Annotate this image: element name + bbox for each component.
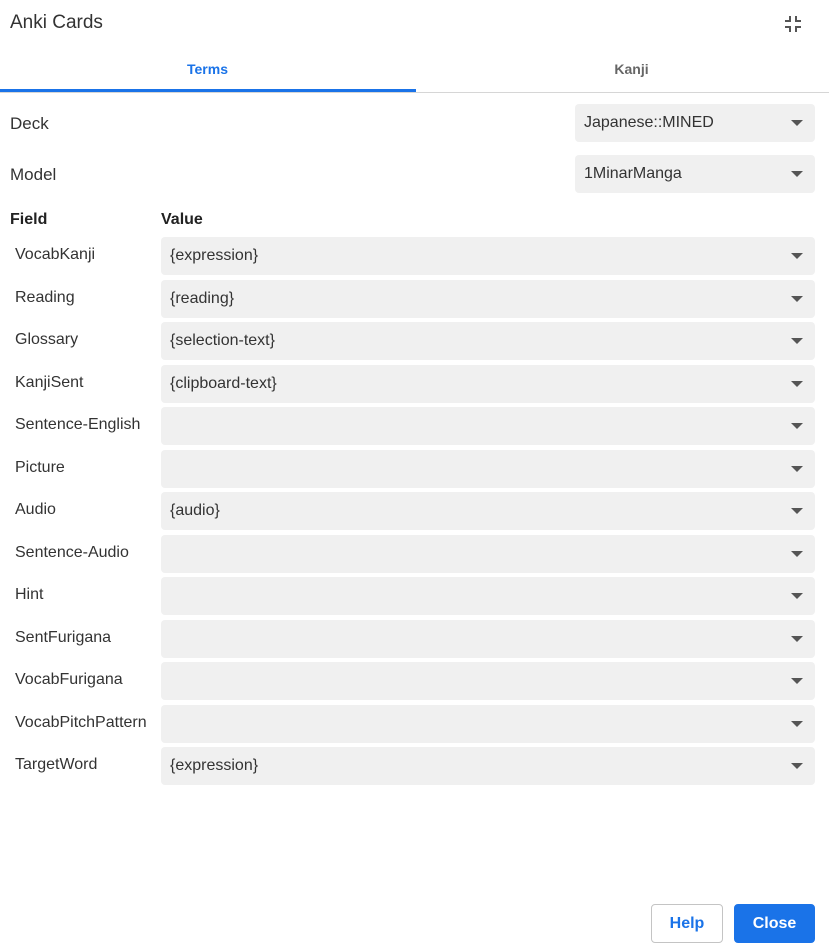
field-name: Glossary	[15, 331, 79, 348]
chevron-down-icon	[791, 508, 803, 514]
chevron-down-icon	[791, 466, 803, 472]
field-value: {selection-text}	[170, 332, 275, 349]
tab-kanji[interactable]: Kanji	[424, 46, 829, 92]
field-value-select[interactable]	[161, 450, 815, 488]
field-value-select[interactable]	[161, 620, 815, 658]
field-name: KanjiSent	[15, 374, 84, 391]
tab-terms[interactable]: Terms	[0, 46, 415, 92]
active-tab-indicator	[0, 89, 416, 92]
collapse-icon	[785, 16, 801, 32]
chevron-down-icon	[791, 171, 803, 177]
field-row-kanjisent: KanjiSent {clipboard-text}	[0, 365, 829, 403]
field-name: Picture	[15, 459, 65, 476]
field-row-hint: Hint	[0, 577, 829, 615]
field-row-reading: Reading {reading}	[0, 280, 829, 318]
chevron-down-icon	[791, 636, 803, 642]
field-name: Hint	[15, 586, 44, 603]
field-value: {expression}	[170, 757, 259, 774]
field-name: VocabFurigana	[15, 671, 123, 688]
field-value-select[interactable]	[161, 407, 815, 445]
chevron-down-icon	[791, 593, 803, 599]
chevron-down-icon	[791, 338, 803, 344]
model-select[interactable]: 1MinarManga	[575, 155, 815, 193]
deck-label: Deck	[10, 114, 49, 133]
chevron-down-icon	[791, 381, 803, 387]
field-value-select[interactable]	[161, 577, 815, 615]
field-value-select[interactable]: {clipboard-text}	[161, 365, 815, 403]
field-row-sentfurigana: SentFurigana	[0, 620, 829, 658]
field-row-picture: Picture	[0, 450, 829, 488]
field-value-select[interactable]: {audio}	[161, 492, 815, 530]
field-row-audio: Audio {audio}	[0, 492, 829, 530]
field-value-select[interactable]: {selection-text}	[161, 322, 815, 360]
collapse-button[interactable]	[780, 11, 806, 37]
model-label: Model	[10, 165, 57, 184]
field-name: VocabKanji	[15, 246, 96, 263]
field-name: TargetWord	[15, 756, 98, 773]
value-column-header: Value	[161, 211, 203, 228]
field-value: {audio}	[170, 502, 220, 519]
field-value: {reading}	[170, 290, 235, 307]
chevron-down-icon	[791, 253, 803, 259]
field-row-vocabpitchpattern: VocabPitchPattern	[0, 705, 829, 743]
field-value: {expression}	[170, 247, 259, 264]
deck-select[interactable]: Japanese::MINED	[575, 104, 815, 142]
field-name: VocabPitchPattern	[15, 714, 147, 731]
field-value-select[interactable]	[161, 535, 815, 573]
field-row-sentence-audio: Sentence-Audio	[0, 535, 829, 573]
field-name: Sentence-Audio	[15, 544, 129, 561]
field-row-glossary: Glossary {selection-text}	[0, 322, 829, 360]
field-name: Reading	[15, 289, 75, 306]
chevron-down-icon	[791, 721, 803, 727]
field-row-vocabfurigana: VocabFurigana	[0, 662, 829, 700]
field-row-sentence-english: Sentence-English	[0, 407, 829, 445]
field-value-select[interactable]: {reading}	[161, 280, 815, 318]
tab-bar: Terms Kanji	[0, 46, 829, 93]
field-value-select[interactable]: {expression}	[161, 237, 815, 275]
close-button[interactable]: Close	[734, 904, 815, 943]
help-button[interactable]: Help	[651, 904, 723, 943]
chevron-down-icon	[791, 678, 803, 684]
field-value-select[interactable]: {expression}	[161, 747, 815, 785]
chevron-down-icon	[791, 296, 803, 302]
chevron-down-icon	[791, 763, 803, 769]
chevron-down-icon	[791, 423, 803, 429]
field-name: SentFurigana	[15, 629, 112, 646]
field-name: Sentence-English	[15, 416, 141, 433]
deck-select-value: Japanese::MINED	[584, 114, 714, 131]
field-value-select[interactable]	[161, 662, 815, 700]
chevron-down-icon	[791, 120, 803, 126]
field-column-header: Field	[10, 211, 48, 228]
field-row-vocabkanji: VocabKanji {expression}	[0, 237, 829, 275]
field-row-targetword: TargetWord {expression}	[0, 747, 829, 785]
field-value-select[interactable]	[161, 705, 815, 743]
chevron-down-icon	[791, 551, 803, 557]
field-name: Audio	[15, 501, 56, 518]
model-select-value: 1MinarManga	[584, 165, 682, 182]
field-value: {clipboard-text}	[170, 375, 277, 392]
dialog-title: Anki Cards	[10, 12, 103, 33]
